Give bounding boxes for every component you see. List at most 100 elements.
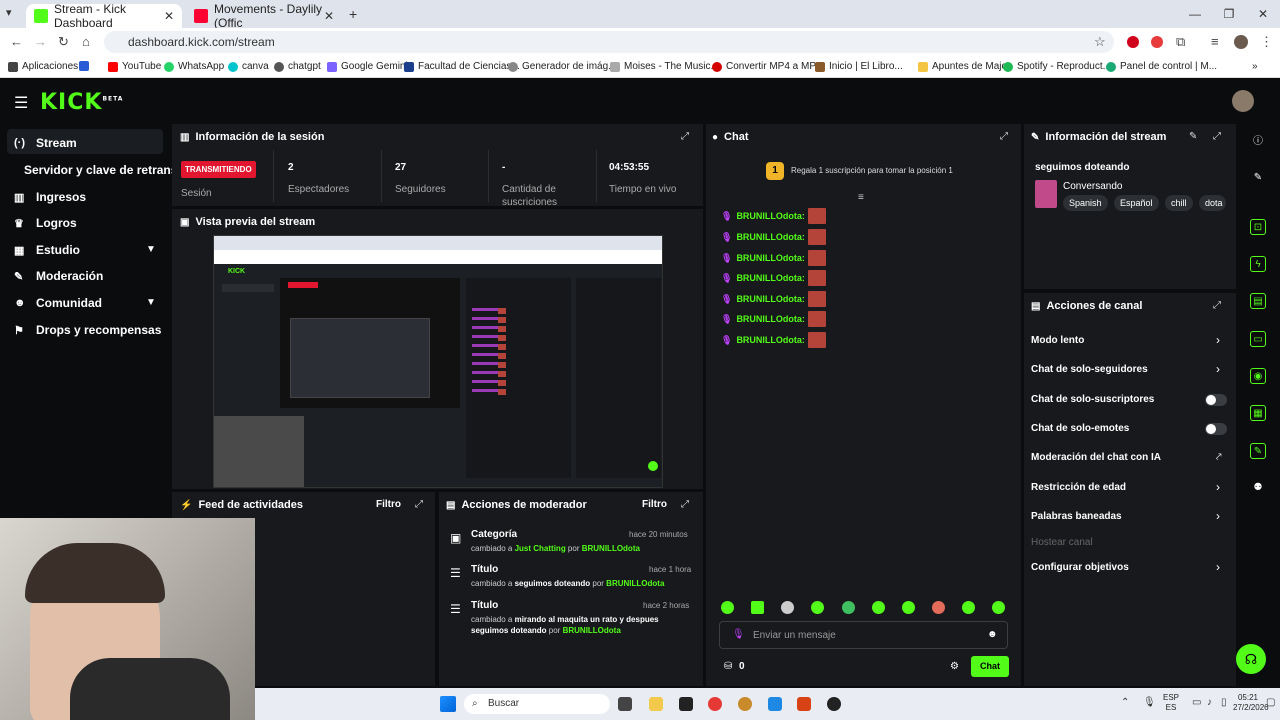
chevron-right-icon[interactable]: › bbox=[1216, 509, 1220, 523]
bookmark-gemini[interactable]: Google Gemini bbox=[327, 61, 408, 72]
extension-icon[interactable] bbox=[1151, 36, 1163, 48]
taskbar-search[interactable]: ⌕ Buscar bbox=[464, 694, 610, 714]
sidebar-item-comunidad[interactable]: ☻ Comunidad bbox=[14, 296, 102, 310]
emote-button[interactable] bbox=[962, 601, 975, 614]
chat-username[interactable]: BRUNILLOdota: bbox=[736, 294, 805, 304]
hamburger-menu-icon[interactable]: ☰ bbox=[14, 93, 28, 113]
app-icon[interactable] bbox=[738, 697, 752, 711]
notifications-icon[interactable]: ▢ bbox=[1266, 697, 1275, 708]
chat-bubble-icon[interactable]: ▭ bbox=[1250, 331, 1266, 347]
chat-username[interactable]: BRUNILLOdota: bbox=[736, 232, 805, 242]
sidebar-item-logros[interactable]: ♛ Logros bbox=[14, 216, 77, 230]
mic-tray-icon[interactable]: 🎙 bbox=[1143, 697, 1156, 708]
emote-button[interactable] bbox=[872, 601, 885, 614]
bookmark-spotify[interactable]: Spotify - Reproduct... bbox=[1003, 61, 1111, 72]
close-window-icon[interactable]: ✕ bbox=[1246, 0, 1280, 28]
popout-icon[interactable]: ⤢ bbox=[1213, 131, 1221, 142]
emote-button[interactable] bbox=[811, 601, 824, 614]
url-field[interactable]: dashboard.kick.com/stream bbox=[104, 31, 1114, 53]
mod-user-link[interactable]: BRUNILLOdota bbox=[582, 544, 640, 553]
chat-message[interactable]: 🎙 BRUNILLOdota: bbox=[721, 270, 826, 286]
bookmark-grid[interactable] bbox=[79, 61, 93, 71]
sidebar-item-ingresos[interactable]: ▥ Ingresos bbox=[14, 190, 86, 204]
tab-kick-dashboard[interactable]: Stream - Kick Dashboard ✕ bbox=[26, 2, 182, 30]
file-explorer-icon[interactable] bbox=[649, 697, 663, 711]
document-icon[interactable]: ▤ bbox=[1250, 293, 1266, 309]
tab-youtube[interactable]: Movements - Daylily (Offic ✕ bbox=[186, 2, 342, 30]
sidebar-item-drops[interactable]: ⚑ Drops y recompensas bbox=[14, 323, 161, 337]
chat-send-button[interactable]: Chat bbox=[971, 656, 1009, 677]
action-configure-goals[interactable]: Configurar objetivos bbox=[1031, 562, 1129, 573]
action-banned-words[interactable]: Palabras baneadas bbox=[1031, 511, 1122, 522]
maximize-icon[interactable]: ❐ bbox=[1212, 0, 1246, 28]
help-headset-icon[interactable]: ☊ bbox=[1236, 644, 1266, 674]
broadcast-icon[interactable]: ◉ bbox=[1250, 368, 1266, 384]
home-icon[interactable]: ⌂ bbox=[82, 34, 90, 49]
action-slow-mode[interactable]: Modo lento bbox=[1031, 335, 1084, 346]
stream-tag[interactable]: Spanish bbox=[1063, 195, 1108, 211]
action-age-restriction[interactable]: Restricción de edad bbox=[1031, 482, 1126, 493]
chat-username[interactable]: BRUNILLOdota: bbox=[736, 314, 805, 324]
bookmark-moises[interactable]: Moises - The Music... bbox=[610, 61, 719, 72]
sidebar-item-moderacion[interactable]: ✎ Moderación bbox=[14, 269, 103, 283]
chevron-down-icon[interactable]: ▼ bbox=[146, 244, 156, 255]
tray-chevron-icon[interactable]: ⌃ bbox=[1121, 697, 1129, 708]
chat-message[interactable]: 🎙 BRUNILLOdota: bbox=[721, 311, 826, 327]
chat-message[interactable]: 🎙 BRUNILLOdota: bbox=[721, 208, 826, 224]
mod-filter-button[interactable]: Filtro bbox=[642, 499, 667, 510]
vscode-icon[interactable] bbox=[768, 697, 782, 711]
emoji-picker-icon[interactable]: ☻ bbox=[987, 629, 998, 640]
stream-tag[interactable]: dota bbox=[1199, 195, 1226, 211]
scan-icon[interactable]: ⊡ bbox=[1250, 219, 1266, 235]
profile-avatar[interactable] bbox=[1234, 35, 1248, 49]
feed-filter-button[interactable]: Filtro bbox=[376, 499, 401, 510]
bookmark-convertir[interactable]: Convertir MP4 a MP... bbox=[712, 61, 823, 72]
sidebar-item-estudio[interactable]: ▦ Estudio bbox=[14, 243, 80, 257]
tab-list-icon[interactable]: ▾ bbox=[6, 6, 12, 19]
battery-icon[interactable]: ▯ bbox=[1221, 697, 1227, 708]
popout-icon[interactable]: ⤢ bbox=[1000, 131, 1008, 142]
emote-button[interactable] bbox=[781, 601, 794, 614]
extension-icon[interactable] bbox=[1127, 36, 1139, 48]
chrome-icon[interactable] bbox=[708, 697, 722, 711]
bookmarks-overflow-icon[interactable]: » bbox=[1252, 61, 1258, 72]
users-icon[interactable]: ⚉ bbox=[1250, 480, 1266, 496]
forward-icon[interactable]: → bbox=[34, 34, 47, 49]
app-icon[interactable] bbox=[797, 697, 811, 711]
chat-message[interactable]: 🎙 BRUNILLOdota: bbox=[721, 250, 826, 266]
windows-start-icon[interactable] bbox=[440, 696, 456, 712]
network-icon[interactable]: ▭ bbox=[1192, 697, 1201, 708]
user-avatar[interactable] bbox=[1232, 90, 1254, 112]
bookmark-facultad[interactable]: Facultad de Ciencias... bbox=[404, 61, 520, 72]
extensions-puzzle-icon[interactable]: ⧉ bbox=[1176, 34, 1185, 50]
layers-icon[interactable]: ▦ bbox=[1250, 405, 1266, 421]
chevron-right-icon[interactable]: › bbox=[1216, 560, 1220, 574]
bookmark-apps[interactable]: Aplicaciones bbox=[8, 61, 78, 72]
bookmark-libro[interactable]: Inicio | El Libro... bbox=[815, 61, 903, 72]
info-icon[interactable]: ⓘ bbox=[1250, 134, 1266, 150]
emote-button[interactable] bbox=[751, 601, 764, 614]
kick-logo[interactable]: KICKBETA bbox=[40, 90, 123, 115]
emote-button[interactable] bbox=[992, 601, 1005, 614]
sidebar-item-server-key[interactable]: Servidor y clave de retransmisión bbox=[24, 163, 172, 177]
emote-button[interactable] bbox=[902, 601, 915, 614]
edit-pencil-icon[interactable]: ✎ bbox=[1189, 131, 1197, 142]
gift-banner-text[interactable]: Regala 1 suscripción para tomar la posic… bbox=[791, 166, 953, 175]
popout-icon[interactable]: ⤢ bbox=[681, 131, 689, 142]
bookmark-generador[interactable]: Generador de imág... bbox=[508, 61, 617, 72]
action-followers-only[interactable]: Chat de solo-seguidores bbox=[1031, 364, 1148, 375]
bookmark-panel[interactable]: Panel de control | M... bbox=[1106, 61, 1217, 72]
chat-username[interactable]: BRUNILLOdota: bbox=[736, 335, 805, 345]
chevron-right-icon[interactable]: › bbox=[1216, 333, 1220, 347]
mod-user-link[interactable]: BRUNILLOdota bbox=[563, 626, 621, 635]
popout-icon[interactable]: ⤢ bbox=[681, 499, 689, 510]
reload-icon[interactable]: ↻ bbox=[58, 34, 69, 50]
language-indicator[interactable]: ESP ES bbox=[1163, 693, 1179, 713]
chat-username[interactable]: BRUNILLOdota: bbox=[736, 253, 805, 263]
external-link-icon[interactable]: ⤤ bbox=[1216, 452, 1222, 463]
popout-icon[interactable]: ⤢ bbox=[1213, 300, 1221, 311]
chat-message[interactable]: 🎙 BRUNILLOdota: bbox=[721, 291, 826, 307]
category-name[interactable]: Conversando bbox=[1063, 181, 1122, 192]
collapse-pinned-icon[interactable]: ≡ bbox=[858, 192, 864, 203]
stream-tag[interactable]: Español bbox=[1114, 195, 1159, 211]
